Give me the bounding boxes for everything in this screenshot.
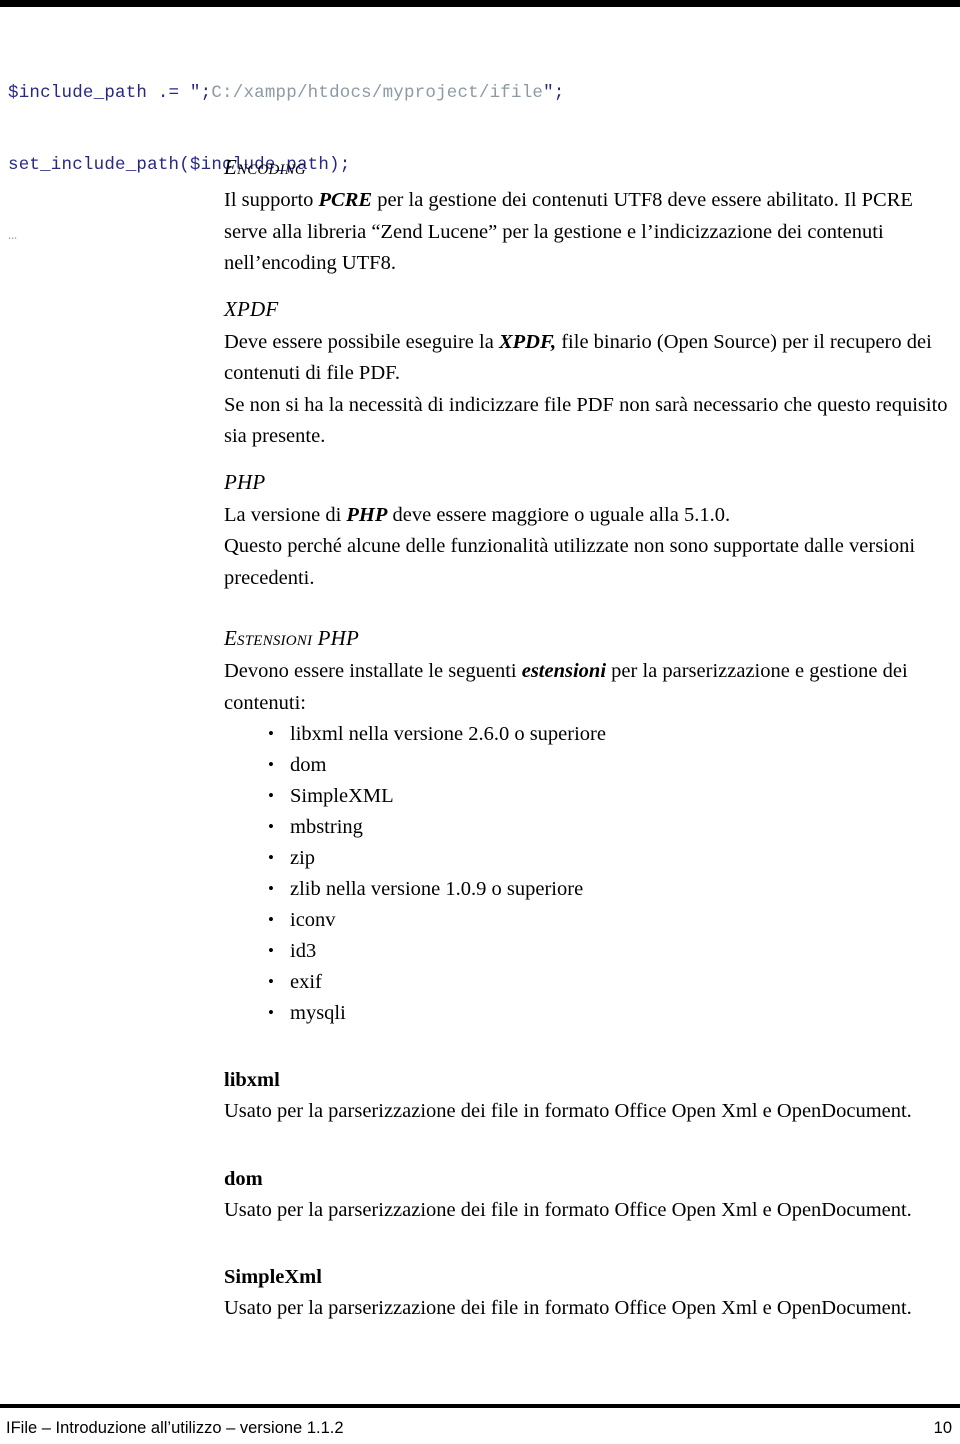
- section-php-heading: PHP: [224, 469, 266, 494]
- term-description: Usato per la parserizzazione dei file in…: [224, 1100, 912, 1122]
- page-top-edge-bar: [0, 0, 960, 7]
- list-item: SimpleXML: [268, 780, 954, 812]
- footer-title: IFile – Introduzione all’utilizzo – vers…: [6, 1419, 344, 1437]
- page-footer: IFile – Introduzione all’utilizzo – vers…: [0, 1415, 960, 1444]
- text-run: La versione di: [224, 503, 347, 526]
- list-item: id3: [268, 935, 954, 967]
- document-page: $include_path .= ";C:/xampp/htdocs/mypro…: [0, 0, 960, 1444]
- section-xpdf-heading: XPDF: [224, 296, 279, 321]
- code-line-1-suffix: ";: [543, 83, 565, 103]
- section-estensioni-php-paragraph: Devono essere installate le seguenti est…: [224, 656, 954, 719]
- text-run: Devono essere installate le seguenti: [224, 660, 522, 682]
- section-estensioni-php-heading: Estensioni PHP: [224, 626, 360, 650]
- extensions-list: libxml nella versione 2.6.0 o superiore …: [224, 718, 954, 1029]
- term-description: Usato per la parserizzazione dei file in…: [224, 1297, 912, 1319]
- document-body: Encoding Il supporto PCRE per la gestion…: [224, 152, 954, 1325]
- term-title: libxml: [224, 1069, 280, 1091]
- footer-divider: [0, 1404, 960, 1408]
- term-block-simplexml: SimpleXml Usato per la parserizzazione d…: [224, 1262, 954, 1325]
- list-item: zlib nella versione 1.0.9 o superiore: [268, 873, 954, 905]
- text-run-emphasis: XPDF,: [498, 330, 557, 353]
- list-item: libxml nella versione 2.6.0 o superiore: [268, 718, 954, 750]
- section-encoding-heading: Encoding: [224, 155, 306, 179]
- term-block-dom: dom Usato per la parserizzazione dei fil…: [224, 1164, 954, 1227]
- list-item: dom: [268, 749, 954, 781]
- term-description: Usato per la parserizzazione dei file in…: [224, 1198, 912, 1221]
- section-php-paragraph-2: Questo perché alcune delle funzionalità …: [224, 535, 916, 589]
- section-encoding-paragraph: Il supporto PCRE per la gestione dei con…: [224, 185, 954, 280]
- code-line-1-string: C:/xampp/htdocs/myproject/ifile: [211, 83, 544, 103]
- list-item: exif: [268, 966, 954, 998]
- text-run: Deve essere possibile eseguire la: [224, 330, 499, 353]
- term-title: dom: [224, 1167, 263, 1190]
- text-run-emphasis: estensioni: [521, 660, 607, 682]
- list-item: mbstring: [268, 811, 954, 843]
- list-item: zip: [268, 842, 954, 874]
- section-estensioni-php: Estensioni PHP Devono essere installate …: [224, 623, 954, 719]
- text-run: Il supporto: [224, 189, 319, 211]
- section-php: PHP La versione di PHP deve essere maggi…: [224, 467, 954, 595]
- list-item: mysqli: [268, 997, 954, 1029]
- section-xpdf-paragraph-2: Se non si ha la necessità di indicizzare…: [224, 393, 948, 448]
- list-item: iconv: [268, 904, 954, 936]
- code-line-1: $include_path .= ";C:/xampp/htdocs/mypro…: [8, 81, 938, 105]
- section-xpdf-paragraph: Deve essere possibile eseguire la XPDF, …: [224, 327, 954, 390]
- text-run-emphasis: PHP: [346, 503, 388, 526]
- text-run: deve essere maggiore o uguale alla 5.1.0…: [387, 503, 731, 526]
- text-run-emphasis: PCRE: [318, 189, 373, 211]
- section-encoding: Encoding Il supporto PCRE per la gestion…: [224, 152, 954, 280]
- section-xpdf: XPDF Deve essere possibile eseguire la X…: [224, 294, 954, 453]
- section-php-paragraph: La versione di PHP deve essere maggiore …: [224, 500, 954, 532]
- footer-page-number: 10: [933, 1419, 952, 1437]
- term-block-libxml: libxml Usato per la parserizzazione dei …: [224, 1065, 954, 1128]
- term-title: SimpleXml: [224, 1266, 322, 1288]
- code-line-1-prefix: $include_path .= ";: [8, 83, 212, 103]
